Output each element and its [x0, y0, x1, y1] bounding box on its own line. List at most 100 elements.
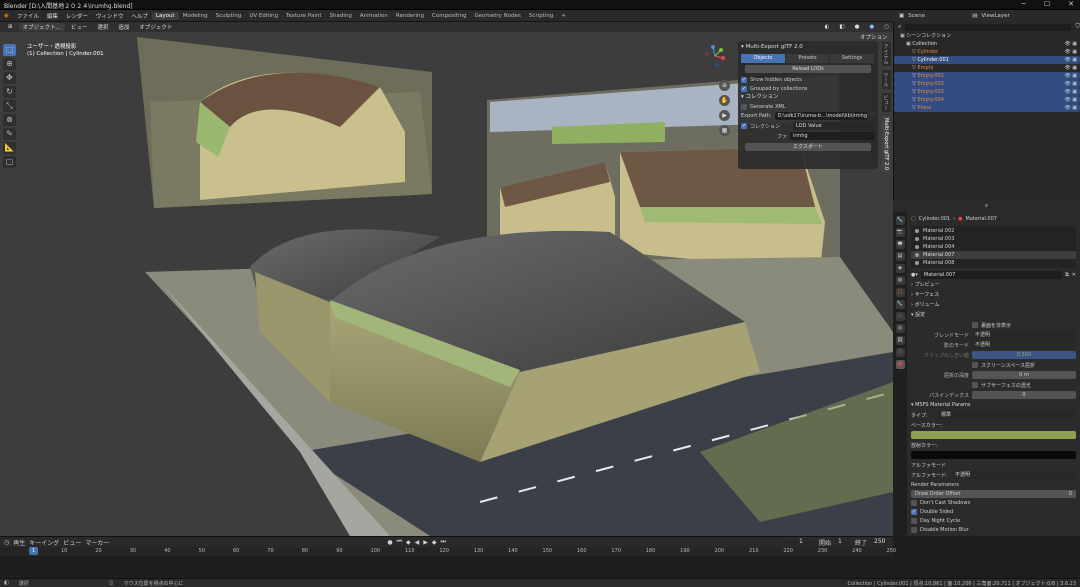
tool-tab-icon[interactable]: 🔧	[895, 216, 905, 225]
eye-icon[interactable]: 👁 ▣	[1064, 48, 1077, 56]
menu-add[interactable]: 追加	[114, 23, 133, 31]
menu-file[interactable]: ファイル	[13, 12, 43, 20]
tab-presets[interactable]: Presets	[785, 54, 830, 63]
tab-shading[interactable]: Shading	[326, 12, 356, 20]
next-key-icon[interactable]: ◆	[432, 539, 437, 546]
timeline-menu-keying[interactable]: キーイング	[29, 538, 59, 547]
move-icon[interactable]: ✥	[3, 72, 16, 84]
refraction-depth-field[interactable]: 0 m	[972, 371, 1076, 379]
export-button[interactable]: エクスポート	[745, 143, 871, 151]
pass-index-field[interactable]: 0	[972, 391, 1076, 399]
view-layer-name[interactable]: ViewLayer	[981, 13, 1009, 19]
blender-logo-icon[interactable]: ◉	[0, 13, 13, 19]
tab-compositing[interactable]: Compositing	[428, 12, 470, 20]
constraints-tab-icon[interactable]: ⛓	[895, 336, 905, 345]
msfs-type-select[interactable]: 標準	[938, 411, 1076, 419]
scene-tab-icon[interactable]: ◈	[895, 264, 905, 273]
material-tab-icon[interactable]: ●	[895, 360, 905, 369]
record-icon[interactable]: ●	[387, 539, 392, 546]
file-name-field[interactable]: irmhg	[790, 132, 875, 140]
start-frame-field[interactable]: 1	[834, 538, 851, 546]
unlink-icon[interactable]: ✕	[1072, 272, 1076, 278]
eye-icon[interactable]: 👁 ▣	[1064, 104, 1077, 112]
copy-icon[interactable]: ⧉	[1065, 272, 1069, 278]
tab-rendering[interactable]: Rendering	[392, 12, 428, 20]
timeline-menu-view[interactable]: ビュー	[63, 538, 81, 547]
timeline-editor-icon[interactable]: ◷	[4, 539, 9, 546]
tab-uv-editing[interactable]: UV Editing	[245, 12, 282, 20]
section-settings[interactable]: ▾ 設定	[911, 310, 1076, 320]
outliner-row[interactable]: ▽ Empty.003 👁 ▣	[894, 88, 1080, 96]
sidebar-tab-item[interactable]: アイテム	[881, 42, 891, 66]
xray-icon[interactable]: ◧	[835, 24, 848, 30]
section-preview[interactable]: › プレビュー	[911, 280, 1076, 290]
tab-settings[interactable]: Settings	[830, 54, 875, 63]
eye-icon[interactable]: 👁 ▣	[1064, 40, 1077, 48]
subsurface-row[interactable]: サブサーフェスの透光	[911, 380, 1076, 390]
jump-start-icon[interactable]: ⏮	[397, 538, 402, 546]
blend-mode-select[interactable]: 不透明	[972, 331, 1076, 339]
material-browse-icon[interactable]: ●▾	[911, 272, 918, 278]
tab-scripting[interactable]: Scripting	[525, 12, 557, 20]
zoom-icon[interactable]: ⊕	[719, 80, 730, 91]
tab-animation[interactable]: Animation	[356, 12, 392, 20]
play-reverse-icon[interactable]: ◀	[415, 539, 420, 546]
lod-value-select[interactable]: LOD Value	[793, 122, 875, 130]
overlay-icon[interactable]: ◐	[821, 24, 834, 30]
collection-checkbox[interactable]: ✓	[741, 123, 747, 129]
dont-cast-shadows-checkbox[interactable]: Don't Cast Shadows	[911, 498, 1076, 507]
disable-motion-blur-checkbox[interactable]: Disable Motion Blur	[911, 525, 1076, 534]
add-cube-icon[interactable]: ▢	[3, 156, 16, 168]
render-tab-icon[interactable]: 📷	[895, 228, 905, 237]
tab-texture-paint[interactable]: Texture Paint	[282, 12, 326, 20]
tab-objects[interactable]: Objects	[741, 54, 785, 63]
base-color-swatch[interactable]	[911, 431, 1076, 439]
navigation-gizmo-icon[interactable]	[703, 44, 727, 68]
transform-icon[interactable]: ⊗	[3, 114, 16, 126]
pan-icon[interactable]: ✋	[719, 95, 730, 106]
sidebar-tab-tool[interactable]: ツール	[881, 70, 891, 89]
minimize-icon[interactable]: ─	[1022, 0, 1026, 8]
play-icon[interactable]: ▶	[423, 539, 428, 546]
outliner-search-input[interactable]	[905, 23, 1072, 31]
menu-help[interactable]: ヘルプ	[127, 12, 152, 20]
maximize-icon[interactable]: ☐	[1044, 0, 1050, 8]
show-hidden-checkbox[interactable]: ✓ Show hidden objects	[741, 75, 875, 84]
section-surface[interactable]: › サーフェス	[911, 290, 1076, 300]
timeline-menu-playback[interactable]: 再生	[13, 538, 25, 547]
screen-space-row[interactable]: スクリーンスペース屈折	[911, 360, 1076, 370]
tab-geometry-nodes[interactable]: Geometry Nodes	[470, 12, 524, 20]
cursor-icon[interactable]: ⊕	[3, 58, 16, 70]
emissive-color-swatch[interactable]	[911, 451, 1076, 459]
data-tab-icon[interactable]: ▽	[895, 348, 905, 357]
eye-icon[interactable]: 👁 ▣	[1064, 72, 1077, 80]
draw-order-row[interactable]: Draw Order Offset 0	[911, 490, 1076, 498]
collection-section[interactable]: ▾ コレクション	[741, 93, 875, 102]
material-slot[interactable]: Material.008	[911, 259, 1076, 267]
eye-icon[interactable]: 👁 ▣	[1064, 96, 1077, 104]
tab-sculpting[interactable]: Sculpting	[212, 12, 246, 20]
outliner-row[interactable]: ▽ Plane 👁 ▣	[894, 104, 1080, 112]
material-slot[interactable]: Material.007	[911, 251, 1076, 259]
add-workspace-icon[interactable]: +	[557, 12, 570, 20]
grouped-checkbox[interactable]: ✓ Grouped by collections	[741, 84, 875, 93]
editor-type-icon[interactable]: ⊞	[4, 24, 17, 30]
current-frame-indicator[interactable]: 1	[29, 547, 38, 555]
prev-key-icon[interactable]: ◆	[406, 539, 411, 546]
outliner-row[interactable]: ▽ Empty.002 👁 ▣	[894, 80, 1080, 88]
tab-modeling[interactable]: Modeling	[179, 12, 212, 20]
object-tab-icon[interactable]: ▢	[895, 288, 905, 297]
shadow-mode-select[interactable]: 不透明	[972, 341, 1076, 349]
material-slot[interactable]: Material.002	[911, 227, 1076, 235]
generate-xml-checkbox[interactable]: Generate XML	[741, 102, 875, 111]
sidebar-tab-multi-export[interactable]: Multi-Export glTF 2.0	[882, 116, 890, 173]
clip-threshold-field[interactable]: 0.500	[972, 351, 1076, 359]
sidebar-tab-view[interactable]: ビュー	[881, 93, 891, 112]
particles-tab-icon[interactable]: ∴	[895, 312, 905, 321]
outliner-row[interactable]: ▽ Empty.004 👁 ▣	[894, 96, 1080, 104]
timeline-menu-marker[interactable]: マーカー	[85, 538, 109, 547]
double-sided-checkbox[interactable]: ✓ Double Sided	[911, 507, 1076, 516]
scale-icon[interactable]: ⤡	[3, 100, 16, 112]
shading-rendered-icon[interactable]: ○	[880, 24, 893, 30]
shading-material-icon[interactable]: ●	[865, 24, 878, 30]
